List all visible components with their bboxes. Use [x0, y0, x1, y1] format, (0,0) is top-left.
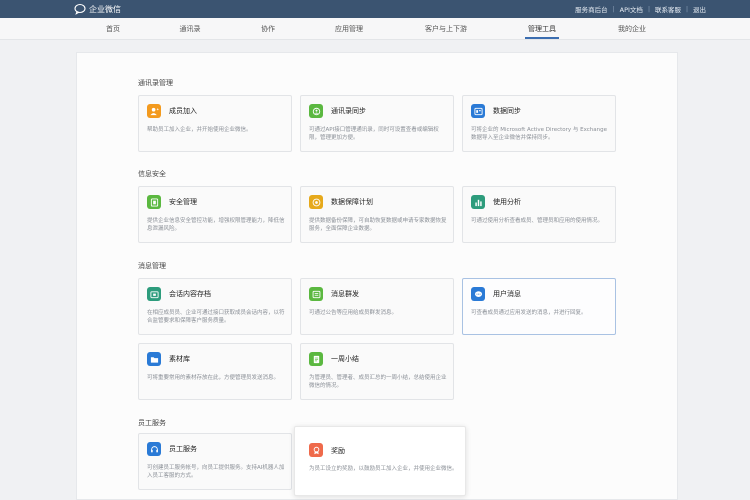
- link-contact-support[interactable]: 联系客服: [655, 4, 681, 14]
- doc-icon: [309, 352, 323, 366]
- archive-icon: [147, 287, 161, 301]
- card-description: 可将企业的 Microsoft Active Directory 与 Excha…: [471, 127, 608, 141]
- shield-icon: [147, 195, 161, 209]
- section-title-employee-services: 员工服务: [138, 419, 166, 427]
- card-description: 帮助员工加入企业，并开始使用企业微信。: [147, 127, 252, 133]
- card-title: 通讯录同步: [331, 107, 366, 115]
- card-title: 会话内容存档: [169, 290, 211, 298]
- folder-icon: [147, 352, 161, 366]
- section-title-message-management: 消息管理: [138, 262, 166, 270]
- app-logo[interactable]: 企业微信: [74, 3, 121, 15]
- main-nav: 首页 通讯录 协作 应用管理 客户与上下游 管理工具 我的企业: [0, 18, 750, 40]
- card-description: 为管理员、管理者、成员汇总的一周小结，总结使用企业微信的情况。: [309, 375, 447, 389]
- nav-app-management[interactable]: 应用管理: [335, 18, 363, 40]
- award-icon: [309, 443, 323, 457]
- card-description: 为员工设立的奖励，以鼓励员工加入企业，并使用企业微信。: [309, 466, 458, 472]
- card-description: 可通过公告等应用给成员群发消息。: [309, 310, 398, 316]
- card-title: 安全管理: [169, 198, 197, 206]
- card-user-messages[interactable]: 用户消息 可查看成员通过应用发送的消息，并进行回复。: [462, 278, 616, 335]
- card-data-protection-plan[interactable]: 数据保障计划 提供数据备份保障，可自助恢复数据或申请专家数据恢复服务，全面保障企…: [300, 186, 454, 243]
- divider: |: [612, 5, 615, 13]
- top-bar: 企业微信 服务商后台 | API文档 | 联系客服 | 退出: [0, 0, 750, 18]
- card-contacts-sync[interactable]: 通讯录同步 可通过API接口管理通讯录，同时可设置查看或编辑权限，管理更加方便。: [300, 95, 454, 152]
- card-employee-service[interactable]: 员工服务 可创建员工服务帐号，向员工提供服务。支持AI机器人加入员工客服的方式。: [138, 433, 292, 490]
- nav-home[interactable]: 首页: [106, 18, 120, 40]
- card-title: 数据同步: [493, 107, 521, 115]
- card-description: 可创建员工服务帐号，向员工提供服务。支持AI机器人加入员工客服的方式。: [147, 465, 285, 479]
- card-title: 一周小结: [331, 355, 359, 363]
- card-description: 可查看成员通过应用发送的消息，并进行回复。: [471, 310, 587, 316]
- chat-icon: [471, 287, 485, 301]
- app-name: 企业微信: [89, 4, 121, 14]
- card-title: 用户消息: [493, 290, 521, 298]
- nav-collaboration[interactable]: 协作: [261, 18, 275, 40]
- card-reward[interactable]: 奖励 为员工设立的奖励，以鼓励员工加入企业，并使用企业微信。: [294, 426, 466, 496]
- card-title: 使用分析: [493, 198, 521, 206]
- nav-contacts[interactable]: 通讯录: [180, 18, 201, 40]
- card-title: 素材库: [169, 355, 190, 363]
- card-description: 在相应成员员、企业可通过接口获取成员会话内容，以符合监管要求和保障客户服务质量。: [147, 310, 285, 324]
- card-data-sync[interactable]: 数据同步 可将企业的 Microsoft Active Directory 与 …: [462, 95, 616, 152]
- section-title-contacts-management: 通讯录管理: [138, 79, 173, 87]
- nav-management-tools[interactable]: 管理工具: [525, 18, 559, 40]
- card-title: 成员加入: [169, 107, 197, 115]
- broadcast-icon: [309, 287, 323, 301]
- sync-icon: [309, 104, 323, 118]
- card-weekly-summary[interactable]: 一周小结 为管理员、管理者、成员汇总的一周小结，总结使用企业微信的情况。: [300, 343, 454, 400]
- card-material-library[interactable]: 素材库 可将重要常用的素材存放在此，方便管理员发送消息。: [138, 343, 292, 400]
- section-title-information-security: 信息安全: [138, 170, 166, 178]
- link-logout[interactable]: 退出: [693, 4, 706, 14]
- card-title: 数据保障计划: [331, 198, 373, 206]
- card-description: 提供数据备份保障，可自助恢复数据或申请专家数据恢复服务，全面保障企业数据。: [309, 218, 447, 232]
- card-chat-archive[interactable]: 会话内容存档 在相应成员员、企业可通过接口获取成员会话内容，以符合监管要求和保障…: [138, 278, 292, 335]
- card-description: 提供企业信息安全管控功能，增强权限管理能力，降低信息泄漏风险。: [147, 218, 285, 232]
- card-description: 可通过API接口管理通讯录，同时可设置查看或编辑权限，管理更加方便。: [309, 127, 439, 141]
- card-title: 奖励: [331, 447, 345, 455]
- card-title: 员工服务: [169, 445, 197, 453]
- card-member-join[interactable]: 成员加入 帮助员工加入企业，并开始使用企业微信。: [138, 95, 292, 152]
- card-security-management[interactable]: 安全管理 提供企业信息安全管控功能，增强权限管理能力，降低信息泄漏风险。: [138, 186, 292, 243]
- card-description: 可通过使用分析查看成员、管理员和应用的使用情况。: [471, 218, 604, 224]
- nav-my-company[interactable]: 我的企业: [618, 18, 646, 40]
- lifebuoy-icon: [309, 195, 323, 209]
- divider: |: [647, 5, 650, 13]
- nav-customers-partners[interactable]: 客户与上下游: [425, 18, 467, 40]
- bar-chart-icon: [471, 195, 485, 209]
- user-add-icon: [147, 104, 161, 118]
- card-usage-analytics[interactable]: 使用分析 可通过使用分析查看成员、管理员和应用的使用情况。: [462, 186, 616, 243]
- link-provider-console[interactable]: 服务商后台: [575, 4, 608, 14]
- wecom-logo-icon: [74, 3, 86, 15]
- data-sync-icon: [471, 104, 485, 118]
- card-title: 消息群发: [331, 290, 359, 298]
- divider: |: [685, 5, 688, 13]
- card-mass-message[interactable]: 消息群发 可通过公告等应用给成员群发消息。: [300, 278, 454, 335]
- top-links: 服务商后台 | API文档 | 联系客服 | 退出: [575, 4, 706, 15]
- card-description: 可将重要常用的素材存放在此，方便管理员发送消息。: [147, 375, 280, 381]
- headset-icon: [147, 442, 161, 456]
- link-api-docs[interactable]: API文档: [620, 4, 643, 14]
